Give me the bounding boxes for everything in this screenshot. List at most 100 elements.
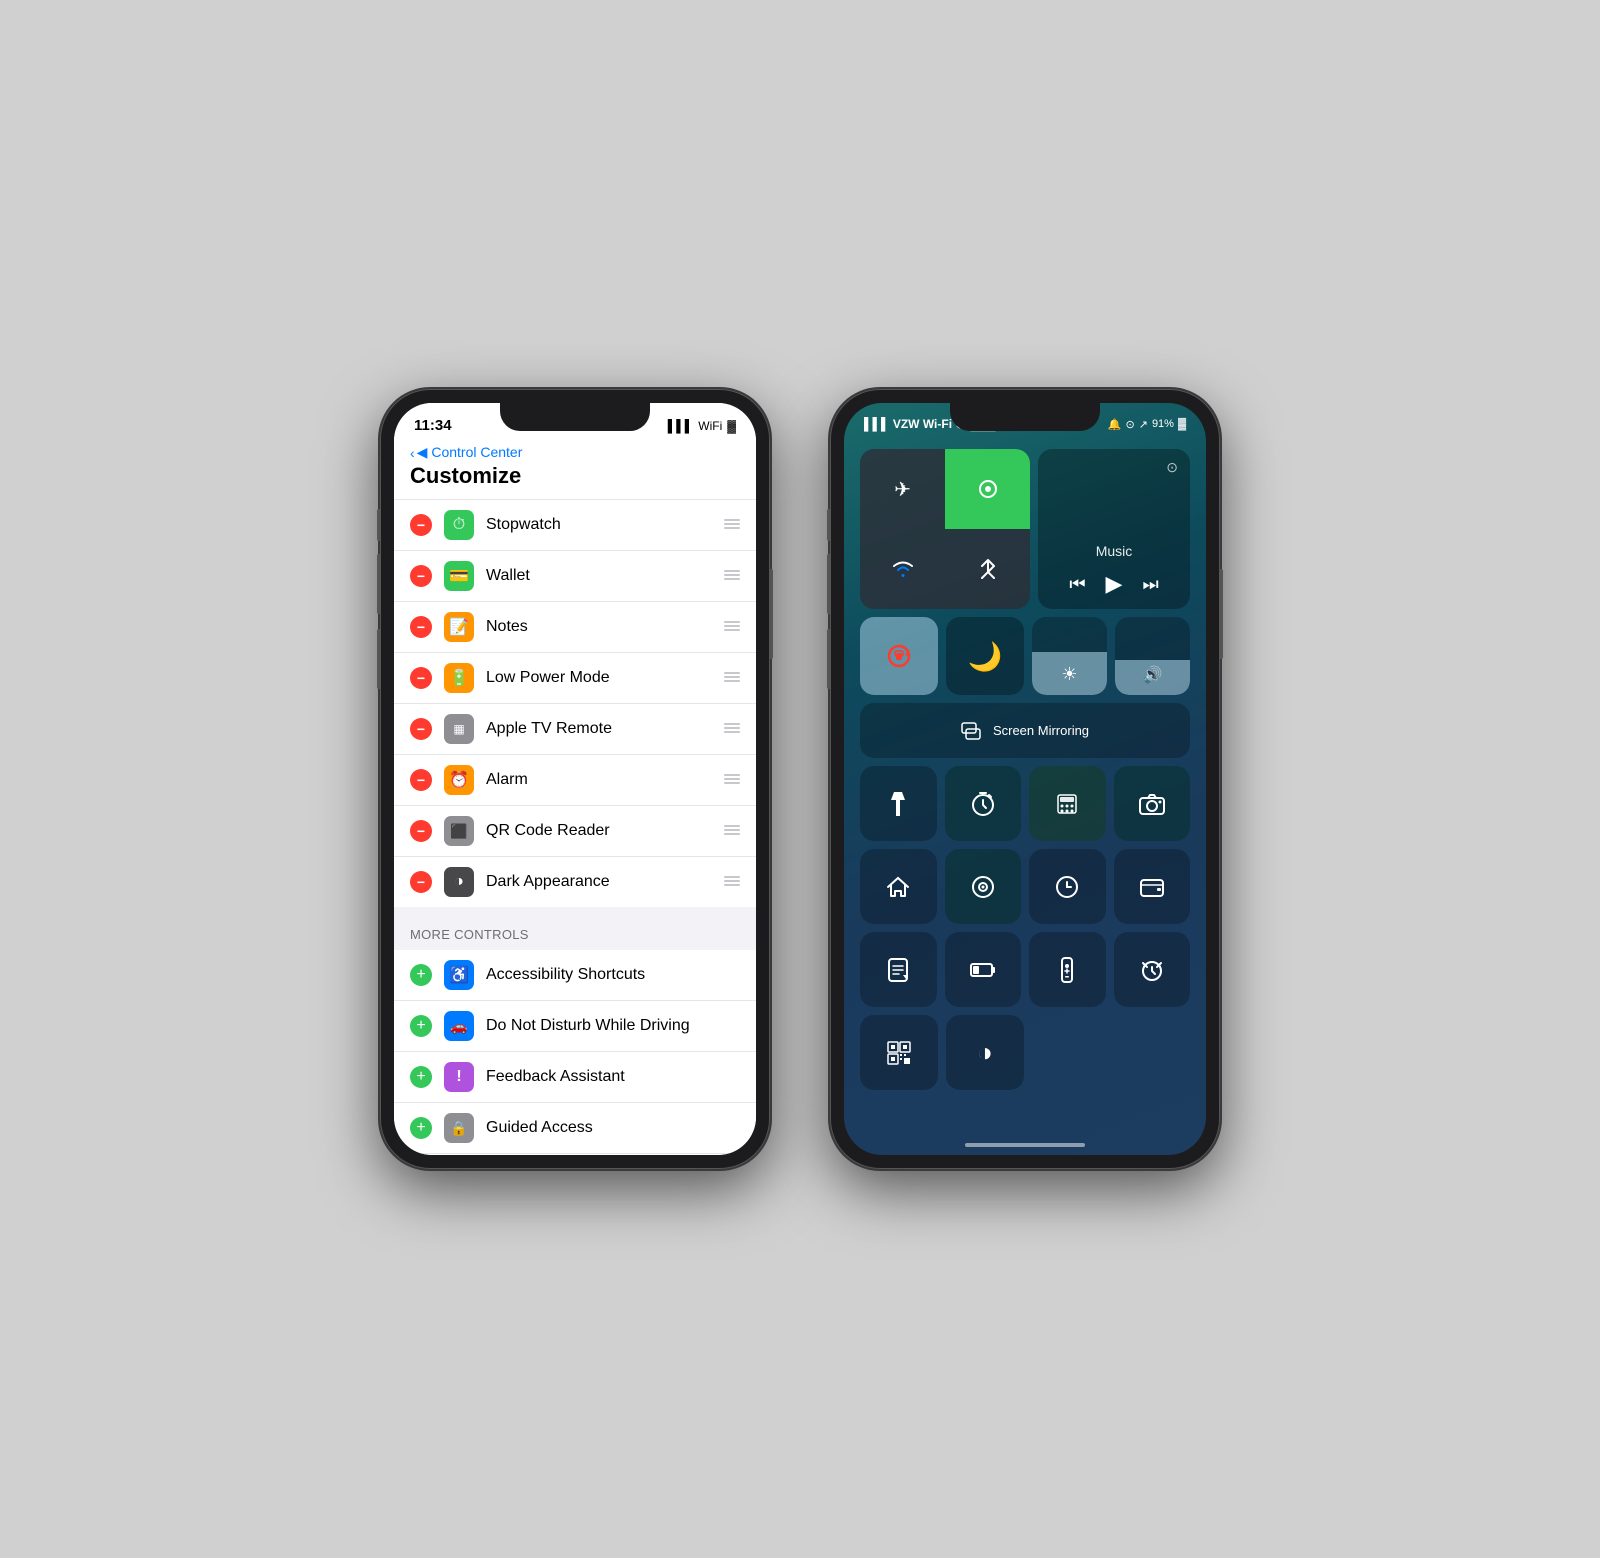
- list-item[interactable]: − ⏰ Alarm: [394, 755, 756, 806]
- cc-status-right: 🔔 ⊙ ↗ 91% ▓: [1108, 418, 1186, 431]
- drag-handle[interactable]: [724, 672, 740, 684]
- next-button[interactable]: ⏭: [1142, 574, 1158, 595]
- item-label: Apple TV Remote: [486, 720, 712, 738]
- home-button[interactable]: [860, 849, 937, 924]
- remove-button[interactable]: −: [410, 871, 432, 893]
- camera-icon: [1138, 792, 1166, 816]
- do-not-disturb-button[interactable]: 🌙: [946, 617, 1024, 695]
- item-label: QR Code Reader: [486, 822, 712, 840]
- left-phone-screen: 11:34 ▌▌▌ WiFi ▓ ‹ ◀ Control Center Cust…: [394, 403, 756, 1155]
- volume-down-button[interactable]: [377, 629, 380, 689]
- remove-button[interactable]: −: [410, 616, 432, 638]
- cellular-icon: [977, 478, 999, 500]
- power-button[interactable]: [770, 569, 773, 659]
- back-label[interactable]: ◀ Control Center: [417, 444, 523, 461]
- connectivity-block[interactable]: ✈: [860, 449, 1030, 609]
- item-label: Stopwatch: [486, 516, 712, 534]
- wallet-cc-button[interactable]: [1114, 849, 1191, 924]
- mute-button[interactable]: [377, 509, 380, 541]
- music-tile[interactable]: ⊙ Music ⏮ ▶ ⏭: [1038, 449, 1190, 609]
- cc-row-1: ✈: [860, 449, 1190, 609]
- add-button[interactable]: +: [410, 964, 432, 986]
- drag-handle[interactable]: [724, 876, 740, 888]
- rotation-lock-button[interactable]: [860, 617, 938, 695]
- focus-button[interactable]: [945, 849, 1022, 924]
- alarm-cc-button[interactable]: [1114, 932, 1191, 1007]
- apple-tv-icon: ▦: [444, 714, 474, 744]
- item-label: Notes: [486, 618, 712, 636]
- remove-button[interactable]: −: [410, 769, 432, 791]
- add-button[interactable]: +: [410, 1015, 432, 1037]
- list-item[interactable]: − ⏱ Stopwatch: [394, 500, 756, 551]
- drag-handle[interactable]: [724, 774, 740, 786]
- remote-icon: [1060, 956, 1074, 984]
- power-button-r[interactable]: [1220, 569, 1223, 659]
- qr-cc-icon: [886, 1040, 912, 1066]
- list-item[interactable]: − 💳 Wallet: [394, 551, 756, 602]
- drag-handle[interactable]: [724, 723, 740, 735]
- cellular-button[interactable]: [945, 449, 1030, 529]
- list-item[interactable]: + 🚗 Do Not Disturb While Driving: [394, 1001, 756, 1052]
- remove-button[interactable]: −: [410, 820, 432, 842]
- remove-button[interactable]: −: [410, 514, 432, 536]
- wifi-button[interactable]: [860, 529, 945, 609]
- qr-cc-button[interactable]: [860, 1015, 938, 1090]
- dark-mode-icon: ◑: [977, 1037, 993, 1068]
- home-indicator-r: [965, 1143, 1085, 1147]
- list-item[interactable]: − 📝 Notes: [394, 602, 756, 653]
- remove-button[interactable]: −: [410, 565, 432, 587]
- drag-handle[interactable]: [724, 519, 740, 531]
- play-button[interactable]: ▶: [1106, 571, 1123, 597]
- list-item[interactable]: − 🔋 Low Power Mode: [394, 653, 756, 704]
- direction-icon: ↗: [1139, 418, 1148, 431]
- screen-mirroring-icon: [961, 722, 983, 740]
- flashlight-button[interactable]: [860, 766, 937, 841]
- calculator-button[interactable]: [1029, 766, 1106, 841]
- back-button[interactable]: ‹ ◀ Control Center: [410, 444, 740, 461]
- feedback-icon: !: [444, 1062, 474, 1092]
- drag-handle[interactable]: [724, 825, 740, 837]
- list-item[interactable]: + 👂 Hearing: [394, 1154, 756, 1155]
- item-label: Accessibility Shortcuts: [486, 966, 740, 984]
- battery-cc-icon: [970, 962, 996, 978]
- list-item[interactable]: − ⬛ QR Code Reader: [394, 806, 756, 857]
- battery-cc-button[interactable]: [945, 932, 1022, 1007]
- add-button[interactable]: +: [410, 1117, 432, 1139]
- timer-button[interactable]: [945, 766, 1022, 841]
- included-controls-section: − ⏱ Stopwatch − 💳 Wallet: [394, 500, 756, 907]
- list-item[interactable]: + ! Feedback Assistant: [394, 1052, 756, 1103]
- notes-cc-icon: [886, 957, 910, 983]
- volume-up-button-r[interactable]: [827, 554, 830, 614]
- prev-button[interactable]: ⏮: [1069, 574, 1085, 595]
- dark-mode-cc-button[interactable]: ◑: [946, 1015, 1024, 1090]
- signal-icon: ▌▌▌: [668, 419, 694, 433]
- cc-row-mirroring: Screen Mirroring: [860, 703, 1190, 758]
- bluetooth-button[interactable]: [945, 529, 1030, 609]
- brightness-slider[interactable]: ☀: [1032, 617, 1107, 695]
- mute-button-r[interactable]: [827, 509, 830, 541]
- notes-cc-button[interactable]: [860, 932, 937, 1007]
- clock-button[interactable]: [1029, 849, 1106, 924]
- list-item[interactable]: − ▦ Apple TV Remote: [394, 704, 756, 755]
- list-item[interactable]: + ♿ Accessibility Shortcuts: [394, 950, 756, 1001]
- volume-down-button-r[interactable]: [827, 629, 830, 689]
- list-item[interactable]: − ◑ Dark Appearance: [394, 857, 756, 907]
- remote-cc-button[interactable]: [1029, 932, 1106, 1007]
- airplay-icon[interactable]: ⊙: [1166, 459, 1178, 476]
- remove-button[interactable]: −: [410, 718, 432, 740]
- volume-slider[interactable]: 🔊: [1115, 617, 1190, 695]
- drag-handle[interactable]: [724, 570, 740, 582]
- clock-icon: [1054, 874, 1080, 900]
- accessibility-icon: ♿: [444, 960, 474, 990]
- settings-scroll[interactable]: − ⏱ Stopwatch − 💳 Wallet: [394, 500, 756, 1155]
- volume-up-button[interactable]: [377, 554, 380, 614]
- camera-button[interactable]: [1114, 766, 1191, 841]
- screen-mirroring-button[interactable]: Screen Mirroring: [860, 703, 1190, 758]
- battery-icon-cc: ▓: [1178, 418, 1186, 430]
- cc-row-6: ◑: [860, 1015, 1190, 1090]
- drag-handle[interactable]: [724, 621, 740, 633]
- page-title: Customize: [410, 463, 740, 489]
- airplane-mode-button[interactable]: ✈: [860, 449, 945, 529]
- remove-button[interactable]: −: [410, 667, 432, 689]
- add-button[interactable]: +: [410, 1066, 432, 1088]
